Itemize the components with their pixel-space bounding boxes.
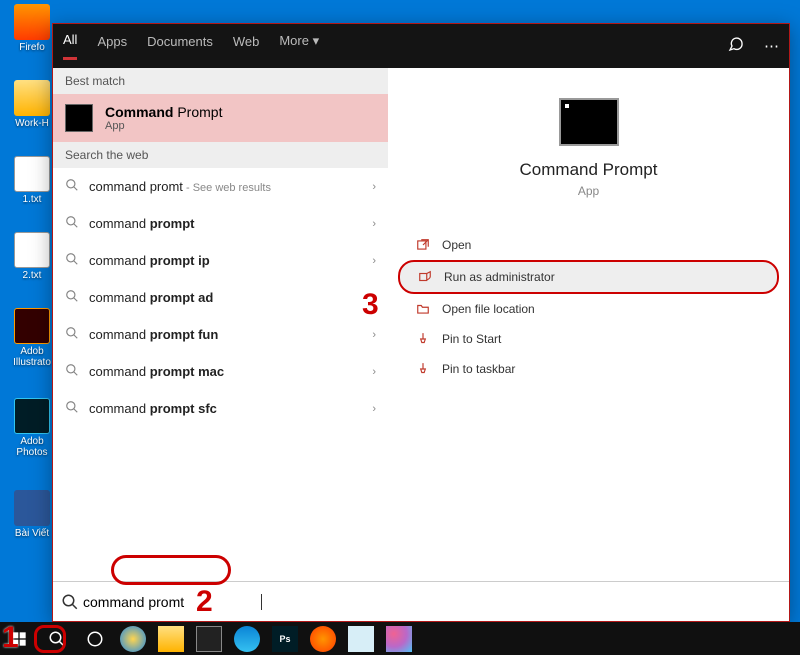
label: Adob Illustrato xyxy=(8,346,56,368)
desktop-icon-ai[interactable]: Adob Illustrato xyxy=(8,308,56,368)
search-body: Best match Command Prompt App Search the… xyxy=(53,68,789,581)
web-result[interactable]: command prompt sfc › xyxy=(53,390,388,427)
web-result-list: command promt - See web results › comman… xyxy=(53,168,388,581)
label: 2.txt xyxy=(8,270,56,281)
chevron-right-icon: › xyxy=(372,181,376,193)
taskbar-ie[interactable] xyxy=(120,626,146,652)
taskbar-firefox[interactable] xyxy=(310,626,336,652)
desktop-icon-1txt[interactable]: 1.txt xyxy=(8,156,56,205)
taskbar-notepad[interactable] xyxy=(348,626,374,652)
feedback-icon[interactable] xyxy=(728,36,744,56)
web-result[interactable]: command prompt ip › xyxy=(53,242,388,279)
result-details: Command Prompt App Open Run as administr… xyxy=(388,68,789,581)
action-label: Run as administrator xyxy=(444,270,555,284)
actions-list: Open Run as administrator Open file loca… xyxy=(398,230,779,384)
action-label: Open file location xyxy=(442,302,535,316)
search-input-row xyxy=(53,581,789,621)
details-title: Command Prompt xyxy=(520,160,658,180)
action-label: Open xyxy=(442,238,471,252)
more-options-icon[interactable]: ⋯ xyxy=(764,37,779,55)
cortana-button[interactable] xyxy=(82,626,108,652)
action-open-location[interactable]: Open file location xyxy=(398,294,779,324)
annotation-2: 2 xyxy=(196,585,213,619)
desktop-icon-workh[interactable]: Work-H xyxy=(8,80,56,129)
taskbar: Ps xyxy=(0,622,800,655)
open-icon xyxy=(416,238,432,252)
best-match-subtitle: App xyxy=(105,120,222,132)
windows-search-panel: All Apps Documents Web More ▾ ⋯ Best mat… xyxy=(52,23,790,622)
tab-more[interactable]: More ▾ xyxy=(279,33,319,59)
search-icon xyxy=(65,363,79,380)
taskbar-photoshop[interactable]: Ps xyxy=(272,626,298,652)
label: Work-H xyxy=(8,118,56,129)
tab-web[interactable]: Web xyxy=(233,34,260,59)
action-label: Pin to Start xyxy=(442,332,501,346)
annotation-3: 3 xyxy=(362,288,379,322)
chevron-down-icon: ▾ xyxy=(313,33,320,48)
tab-apps[interactable]: Apps xyxy=(97,34,127,59)
cmd-icon-large xyxy=(559,98,619,146)
chevron-right-icon: › xyxy=(372,218,376,230)
cmd-icon xyxy=(65,104,93,132)
label: Bài Viết xyxy=(8,528,56,539)
label: 1.txt xyxy=(8,194,56,205)
pin-icon xyxy=(416,332,432,346)
search-icon xyxy=(65,215,79,232)
search-icon xyxy=(65,252,79,269)
action-run-as-admin[interactable]: Run as administrator xyxy=(398,260,779,294)
action-label: Pin to taskbar xyxy=(442,362,515,376)
text-caret xyxy=(261,594,262,610)
web-result[interactable]: command promt - See web results › xyxy=(53,168,388,205)
taskbar-search-button[interactable] xyxy=(44,626,70,652)
search-icon xyxy=(65,178,79,195)
label: Adob Photos xyxy=(8,436,56,458)
taskbar-paint[interactable] xyxy=(386,626,412,652)
taskbar-store[interactable] xyxy=(196,626,222,652)
search-icon xyxy=(65,289,79,306)
pin-icon xyxy=(416,362,432,376)
web-result[interactable]: command prompt › xyxy=(53,205,388,242)
desktop-icon-firefox[interactable]: Firefo xyxy=(8,4,56,53)
desktop-icon-ps[interactable]: Adob Photos xyxy=(8,398,56,458)
search-input[interactable] xyxy=(83,594,263,610)
tab-all[interactable]: All xyxy=(63,32,77,60)
chevron-right-icon: › xyxy=(372,255,376,267)
results-left-column: Best match Command Prompt App Search the… xyxy=(53,68,388,581)
search-icon xyxy=(65,326,79,343)
best-match-item[interactable]: Command Prompt App xyxy=(53,94,388,142)
action-pin-start[interactable]: Pin to Start xyxy=(398,324,779,354)
details-subtitle: App xyxy=(578,184,599,198)
search-icon xyxy=(61,593,79,611)
chevron-right-icon: › xyxy=(372,366,376,378)
chevron-right-icon: › xyxy=(372,403,376,415)
section-search-web: Search the web xyxy=(53,142,388,168)
web-result[interactable]: command prompt fun › xyxy=(53,316,388,353)
web-result[interactable]: command prompt ad › xyxy=(53,279,388,316)
annotation-1: 1 xyxy=(2,621,19,655)
web-result[interactable]: command prompt mac › xyxy=(53,353,388,390)
admin-shield-icon xyxy=(418,270,434,284)
chevron-right-icon: › xyxy=(372,329,376,341)
action-open[interactable]: Open xyxy=(398,230,779,260)
desktop-icon-word[interactable]: Bài Viết xyxy=(8,490,56,539)
desktop-icon-2txt[interactable]: 2.txt xyxy=(8,232,56,281)
label: Firefo xyxy=(8,42,56,53)
section-best-match: Best match xyxy=(53,68,388,94)
tab-documents[interactable]: Documents xyxy=(147,34,213,59)
best-match-title: Command Prompt xyxy=(105,104,222,120)
taskbar-explorer[interactable] xyxy=(158,626,184,652)
search-icon xyxy=(65,400,79,417)
folder-icon xyxy=(416,302,432,316)
search-tabs: All Apps Documents Web More ▾ ⋯ xyxy=(53,24,789,68)
tab-more-label: More xyxy=(279,33,309,48)
taskbar-edge[interactable] xyxy=(234,626,260,652)
action-pin-taskbar[interactable]: Pin to taskbar xyxy=(398,354,779,384)
